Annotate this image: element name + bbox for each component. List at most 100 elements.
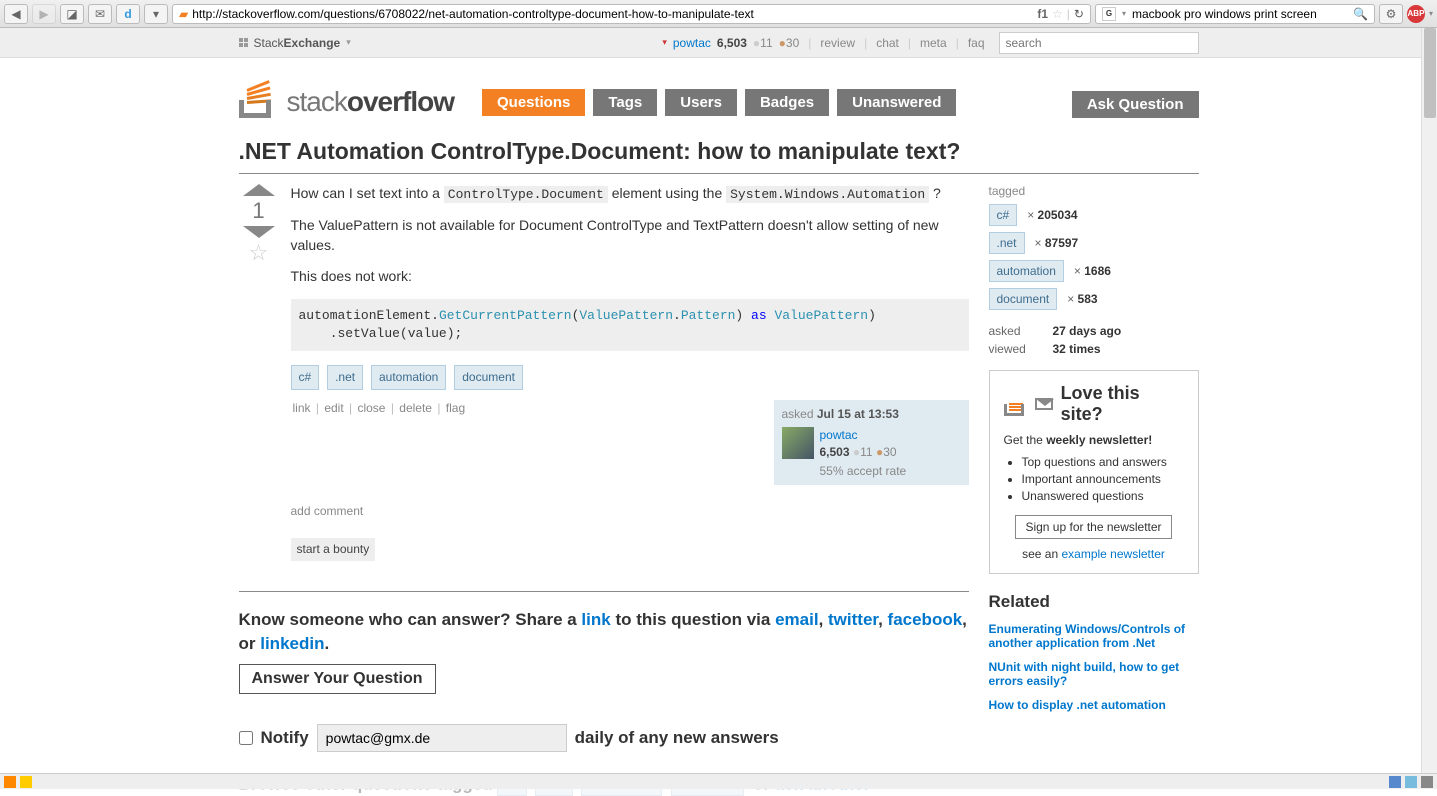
forward-button[interactable]: ▶ (32, 4, 56, 24)
share-facebook[interactable]: facebook (888, 610, 963, 629)
vote-score: 1 (252, 198, 264, 224)
sidebar-tag[interactable]: c# (989, 204, 1018, 226)
se-menu[interactable]: StackExchange ▾ (239, 36, 351, 50)
nav-tags[interactable]: Tags (593, 89, 657, 116)
notify-suffix: daily of any new answers (575, 728, 779, 748)
favicon-icon: ▰ (179, 7, 188, 21)
answer-own-button[interactable]: Answer Your Question (239, 664, 436, 694)
nav-unanswered[interactable]: Unanswered (837, 89, 956, 116)
url-input[interactable] (192, 7, 1033, 21)
chevron-down-icon: ▾ (346, 37, 351, 48)
newsletter-box: Love this site? Get the weekly newslette… (989, 370, 1199, 574)
meta-link[interactable]: meta (920, 36, 947, 50)
downvote-button[interactable] (243, 226, 275, 238)
sidebar-tag[interactable]: automation (989, 260, 1064, 282)
address-bar[interactable]: ▰ f1 ☆ | ↻ (172, 4, 1091, 24)
tag-dotnet[interactable]: .net (327, 365, 363, 390)
status-icon[interactable] (1405, 776, 1417, 788)
reload-icon[interactable]: ↻ (1074, 7, 1084, 21)
bookmark-icon[interactable]: ◪ (60, 4, 84, 24)
start-bounty[interactable]: start a bounty (291, 538, 376, 561)
question-title: .NET Automation ControlType.Document: ho… (239, 124, 1199, 174)
abp-icon[interactable]: ABP (1407, 5, 1425, 23)
main-column: 1 ☆ How can I set text into a ControlTyp… (239, 184, 969, 796)
upvote-button[interactable] (243, 184, 275, 196)
dropdown-icon[interactable]: ▾ (144, 4, 168, 24)
chat-link[interactable]: chat (876, 36, 899, 50)
nav-questions[interactable]: Questions (482, 89, 585, 116)
menu-close[interactable]: close (357, 401, 385, 415)
mail-icon[interactable]: ✉ (88, 4, 112, 24)
main-nav: Questions Tags Users Badges Unanswered (482, 89, 956, 116)
site-search[interactable] (999, 32, 1199, 54)
search-icon[interactable]: 🔍 (1353, 7, 1368, 21)
related-heading: Related (989, 592, 1199, 612)
inbox-chevron-icon[interactable]: ▾ (662, 37, 667, 48)
status-icon[interactable] (20, 776, 32, 788)
envelope-icon (1035, 398, 1053, 410)
browser-search-input[interactable] (1132, 7, 1347, 21)
share-linkedin[interactable]: linkedin (260, 634, 324, 653)
menu-link[interactable]: link (293, 401, 311, 415)
menu-edit[interactable]: edit (324, 401, 343, 415)
site-header: stackoverflow Questions Tags Users Badge… (239, 58, 1199, 124)
notify-checkbox[interactable] (239, 731, 253, 745)
topbar-rep: 6,503 (717, 36, 747, 50)
share-link[interactable]: link (581, 610, 610, 629)
sidebar-tag[interactable]: document (989, 288, 1058, 310)
ask-question-button[interactable]: Ask Question (1072, 91, 1199, 118)
scrollbar[interactable] (1421, 28, 1437, 773)
review-link[interactable]: review (820, 36, 855, 50)
sidebar: tagged c#× 205034.net× 87597automation× … (989, 184, 1199, 796)
related-link[interactable]: How to display .net automation (989, 698, 1199, 712)
share-line: Know someone who can answer? Share a lin… (239, 608, 969, 656)
add-comment-link[interactable]: add comment (291, 504, 364, 518)
google-icon: G (1102, 7, 1116, 21)
notify-email-input[interactable] (317, 724, 567, 752)
menu-delete[interactable]: delete (399, 401, 432, 415)
menu-flag[interactable]: flag (446, 401, 465, 415)
newsletter-signup-button[interactable]: Sign up for the newsletter (1015, 515, 1171, 539)
status-icon[interactable] (1421, 776, 1433, 788)
logo-icon (239, 76, 281, 118)
tag-automation[interactable]: automation (371, 365, 446, 390)
avatar[interactable] (782, 427, 814, 459)
logo[interactable]: stackoverflow (239, 76, 455, 118)
share-email[interactable]: email (775, 610, 818, 629)
share-twitter[interactable]: twitter (828, 610, 878, 629)
tag-document[interactable]: document (454, 365, 523, 390)
tagged-label: tagged (989, 184, 1199, 198)
back-button[interactable]: ◀ (4, 4, 28, 24)
notify-row: Notify daily of any new answers (239, 724, 969, 752)
star-icon[interactable]: ☆ (1052, 7, 1063, 21)
code-block: automationElement.GetCurrentPattern(Valu… (291, 299, 969, 351)
tag-csharp[interactable]: c# (291, 365, 320, 390)
nav-badges[interactable]: Badges (745, 89, 829, 116)
browser-search[interactable]: G▾ 🔍 (1095, 4, 1375, 24)
vote-cell: 1 ☆ (239, 184, 279, 561)
notify-label: Notify (261, 728, 309, 748)
favorite-star-icon[interactable]: ☆ (249, 240, 269, 266)
se-topbar: StackExchange ▾ ▾ powtac 6,503 ●11 ●30 |… (0, 28, 1437, 58)
nav-users[interactable]: Users (665, 89, 737, 116)
post-body: How can I set text into a ControlType.Do… (291, 184, 969, 561)
topbar-user-link[interactable]: powtac (673, 36, 711, 50)
grid-icon (239, 38, 248, 47)
sidebar-tag[interactable]: .net (989, 232, 1025, 254)
status-icon[interactable] (4, 776, 16, 788)
related-link[interactable]: Enumerating Windows/Controls of another … (989, 622, 1199, 650)
faq-link[interactable]: faq (968, 36, 985, 50)
related-link[interactable]: NUnit with night build, how to get error… (989, 660, 1199, 688)
extension-icon[interactable]: ⚙ (1379, 4, 1403, 24)
question-stats: asked27 days ago viewed32 times (989, 324, 1199, 356)
mini-logo-icon (1004, 392, 1027, 416)
question-tags: c# .net automation document (291, 365, 969, 390)
example-newsletter-link[interactable]: example newsletter (1061, 547, 1164, 561)
f1-label: f1 (1037, 7, 1048, 21)
delicious-icon[interactable]: d (116, 4, 140, 24)
sig-user-link[interactable]: powtac (820, 428, 858, 442)
browser-toolbar: ◀ ▶ ◪ ✉ d ▾ ▰ f1 ☆ | ↻ G▾ 🔍 ⚙ ABP▾ (0, 0, 1437, 28)
status-bar (0, 773, 1437, 789)
status-icon[interactable] (1389, 776, 1401, 788)
site-search-input[interactable] (1000, 33, 1198, 53)
